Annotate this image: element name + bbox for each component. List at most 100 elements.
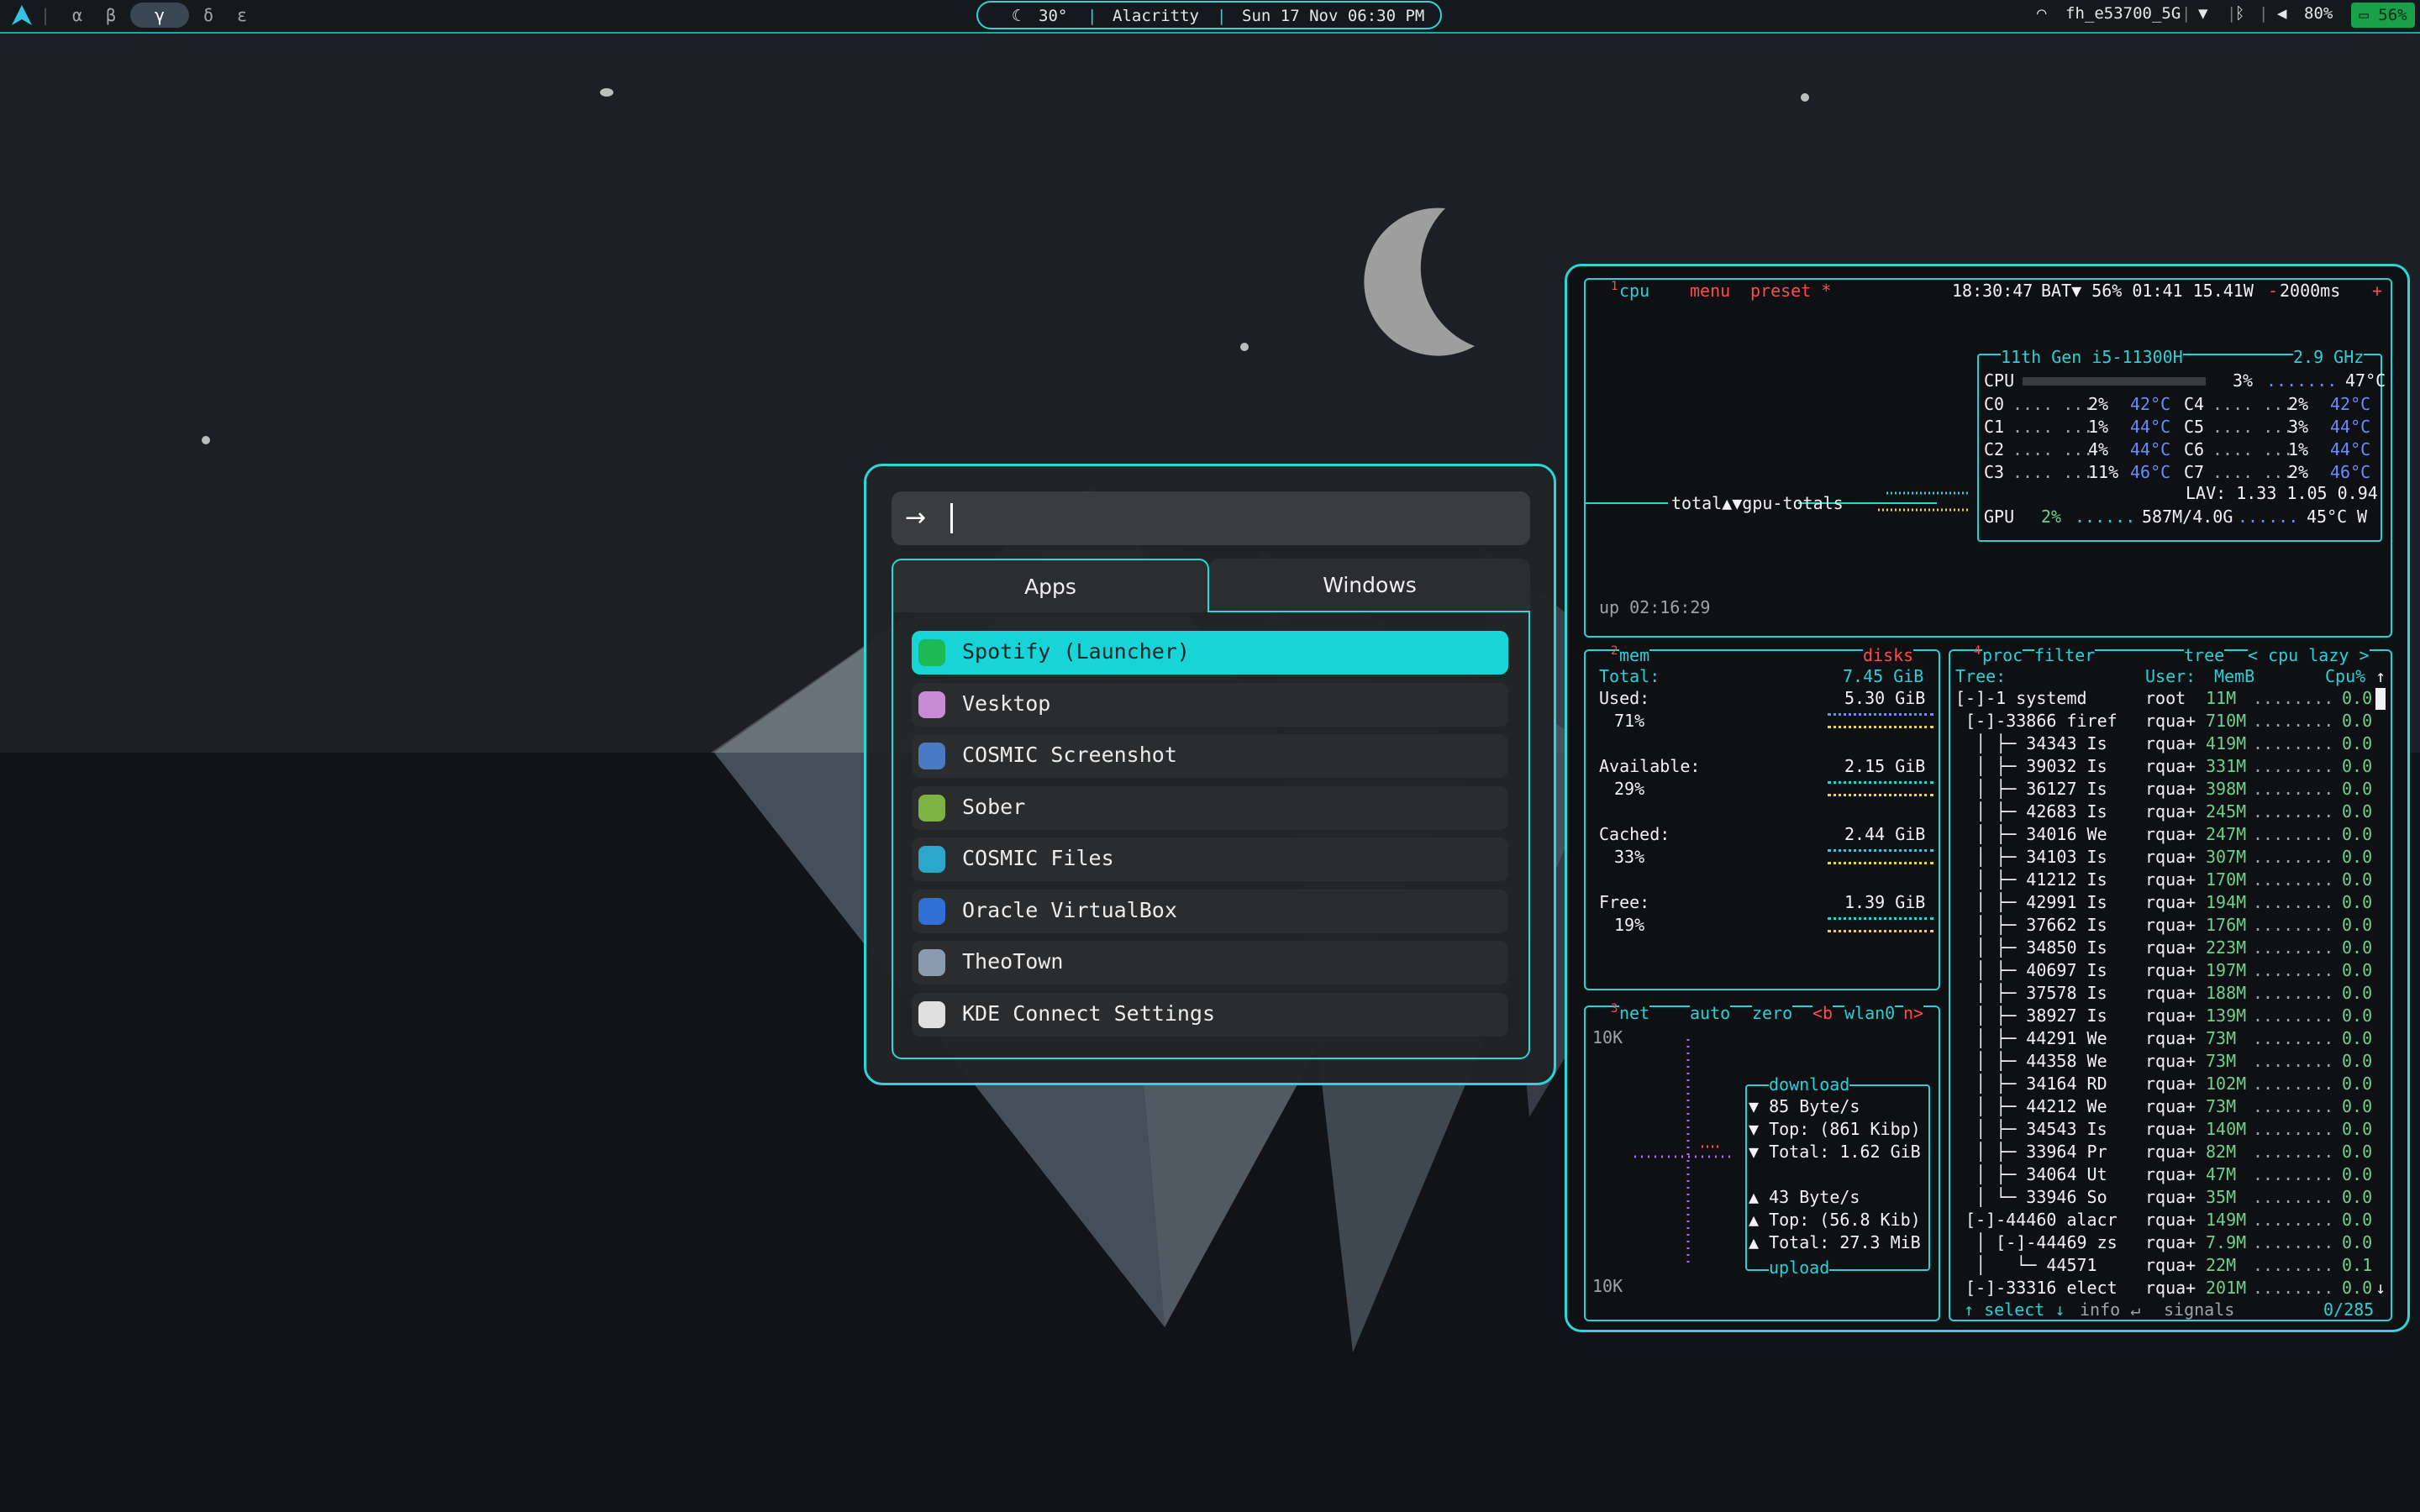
disks-toggle[interactable]: disks <box>1863 645 1914 665</box>
proc-row[interactable]: │ ├─ 38927 Is rqua+ 139M........ 0.0 <box>1954 1005 2374 1027</box>
proc-row[interactable]: │ ├─ 37578 Is rqua+ 188M........ 0.0 <box>1954 983 2374 1005</box>
proc-row[interactable]: │ ├─ 36127 Is rqua+ 398M........ 0.0 <box>1954 779 2374 801</box>
tab-apps[interactable]: Apps <box>892 559 1209 612</box>
proc-row[interactable]: │ ├─ 34016 We rqua+ 247M........ 0.0 <box>1954 824 2374 846</box>
menu-button[interactable]: menu <box>1690 281 1730 301</box>
proc-filter-button[interactable]: filter <box>2034 645 2096 665</box>
proc-cpu-spark: ........ <box>2253 1142 2334 1162</box>
proc-row[interactable]: │ ├─ 34343 Is rqua+ 419M........ 0.0 <box>1954 733 2374 755</box>
proc-header-tree[interactable]: Tree: <box>1955 666 2006 686</box>
proc-row[interactable]: │ ├─ 40697 Is rqua+ 197M........ 0.0 <box>1954 960 2374 982</box>
proc-row[interactable]: │ ├─ 34103 Is rqua+ 307M........ 0.0 <box>1954 847 2374 869</box>
proc-cpu: 0.0 <box>2342 1164 2373 1184</box>
proc-row[interactable]: │ ├─ 44291 We rqua+ 73M........ 0.0 <box>1954 1028 2374 1050</box>
launcher-item[interactable]: Vesktop <box>912 682 1508 727</box>
proc-row[interactable]: [-]-33866 firef rqua+ 710M........ 0.0 <box>1954 711 2374 732</box>
proc-sort-selector[interactable]: < cpu lazy > <box>2248 645 2370 665</box>
proc-signals-hint[interactable]: signals <box>2164 1299 2235 1320</box>
launcher-item[interactable]: COSMIC Screenshot <box>912 734 1508 778</box>
arch-logo-icon[interactable] <box>10 3 34 27</box>
tab-windows[interactable]: Windows <box>1209 559 1530 612</box>
workspace-epsilon[interactable]: ε <box>232 3 252 28</box>
launcher-item[interactable]: Spotify (Launcher) <box>912 631 1508 675</box>
proc-cpu-spark: ........ <box>2253 824 2334 844</box>
proc-header-cpu[interactable]: Cpu% <box>2325 666 2365 686</box>
launcher-item[interactable]: Sober <box>912 785 1508 830</box>
wifi-ssid[interactable]: fh_e53700_5G <box>2065 4 2181 23</box>
interval-increase-button[interactable]: + <box>2372 281 2382 301</box>
net-next-iface[interactable]: n> <box>1903 1003 1924 1023</box>
bluetooth-icon[interactable]: ᛒ <box>2235 4 2244 23</box>
proc-cpu-spark: ........ <box>2253 892 2334 912</box>
workspace-alpha[interactable]: α <box>67 3 87 28</box>
launcher-item[interactable]: Oracle VirtualBox <box>912 889 1508 933</box>
proc-row[interactable]: [-]-1 systemd root 11M........ 0.0 <box>1954 688 2374 710</box>
battery-indicator[interactable]: ▭ 56% <box>2351 3 2415 28</box>
proc-row[interactable]: │ ├─ 42683 Is rqua+ 245M........ 0.0 <box>1954 801 2374 823</box>
mem-box-title[interactable]: mem <box>1619 645 1650 665</box>
launcher-item[interactable]: KDE Connect Settings <box>912 992 1508 1037</box>
cpu-core-pct: 3% <box>2288 417 2309 437</box>
proc-header-mem[interactable]: MemB <box>2214 666 2254 686</box>
center-status-pill[interactable]: ☾ 30° | Alacritty | Sun 17 Nov 06:30 PM <box>976 1 1442 29</box>
proc-row[interactable]: │ ├─ 41212 Is rqua+ 170M........ 0.0 <box>1954 869 2374 891</box>
proc-cpu: 0.0 <box>2342 1074 2373 1094</box>
proc-name: │ ├─ 44212 We <box>1955 1096 2107 1116</box>
launcher-item[interactable]: TheoTown <box>912 941 1508 984</box>
proc-tree-toggle[interactable]: tree <box>2184 645 2225 665</box>
wifi-icon[interactable]: ◠ <box>2037 4 2046 23</box>
proc-cpu: 0.0 <box>2342 1028 2373 1048</box>
update-interval[interactable]: 2000ms <box>2280 281 2340 301</box>
launcher-item[interactable]: COSMIC Files <box>912 837 1508 881</box>
proc-scroll-down-icon[interactable]: ↓ <box>2375 1278 2386 1298</box>
proc-row[interactable]: │ ├─ 44212 We rqua+ 73M........ 0.0 <box>1954 1096 2374 1118</box>
net-auto-toggle[interactable]: auto <box>1690 1003 1731 1023</box>
net-zero-toggle[interactable]: zero <box>1752 1003 1793 1023</box>
proc-row[interactable]: │ ├─ 42991 Is rqua+ 194M........ 0.0 <box>1954 892 2374 914</box>
proc-info-hint[interactable]: info ↵ <box>2080 1299 2141 1320</box>
proc-header-user[interactable]: User: <box>2145 666 2196 686</box>
proc-row[interactable]: │ ├─ 34850 Is rqua+ 223M........ 0.0 <box>1954 937 2374 959</box>
proc-row[interactable]: │ ├─ 34543 Is rqua+ 140M........ 0.0 <box>1954 1119 2374 1141</box>
proc-row[interactable]: [-]-44460 alacr rqua+ 149M........ 0.0 <box>1954 1210 2374 1231</box>
workspace-delta[interactable]: δ <box>198 3 218 28</box>
proc-cpu: 0.0 <box>2342 1210 2373 1230</box>
volume-icon[interactable]: ◀ <box>2277 4 2286 23</box>
proc-row[interactable]: │ ├─ 34164 RD rqua+ 102M........ 0.0 <box>1954 1074 2374 1095</box>
mem-row-value: 2.44 GiB <box>1844 824 1926 844</box>
interval-decrease-button[interactable]: - <box>2268 281 2278 301</box>
proc-count: 0/285 <box>2323 1299 2375 1320</box>
download-title: download <box>1769 1074 1850 1095</box>
cpu-box-title[interactable]: cpu <box>1619 281 1649 301</box>
proc-row[interactable]: │ ├─ 34064 Ut rqua+ 47M........ 0.0 <box>1954 1164 2374 1186</box>
workspace-gamma[interactable]: γ <box>130 3 189 28</box>
volume-level[interactable]: 80% <box>2304 4 2333 23</box>
cpu-total-label: CPU <box>1984 370 2015 391</box>
btop-terminal[interactable]: 1 cpu menu preset * 18:30:47 BAT▼ 56% 01… <box>1565 264 2410 1332</box>
net-box-title[interactable]: net <box>1619 1003 1650 1023</box>
net-interface: wlan0 <box>1844 1003 1896 1023</box>
proc-row[interactable]: [-]-33316 elect rqua+ 201M........ 0.0 <box>1954 1278 2374 1299</box>
net-prev-iface[interactable]: <b <box>1812 1003 1833 1023</box>
separator: | <box>40 5 51 25</box>
proc-row[interactable]: │ ├─ 33964 Pr rqua+ 82M........ 0.0 <box>1954 1142 2374 1163</box>
proc-row[interactable]: │ [-]-44469 zs rqua+ 7.9M........ 0.0 <box>1954 1232 2374 1254</box>
cpu-core-pct: 11% <box>2088 462 2119 482</box>
proc-name: │ ├─ 39032 Is <box>1955 756 2107 776</box>
proc-box-title[interactable]: proc <box>1982 645 2023 665</box>
workspace-beta[interactable]: β <box>101 3 121 28</box>
proc-row[interactable]: │ ├─ 39032 Is rqua+ 331M........ 0.0 <box>1954 756 2374 778</box>
cpu-box-number: 1 <box>1611 280 1618 293</box>
text-cursor <box>950 503 953 533</box>
proc-row[interactable]: │ └─ 33946 So rqua+ 35M........ 0.0 <box>1954 1187 2374 1209</box>
proc-name: │ ├─ 41212 Is <box>1955 869 2107 890</box>
network-icon[interactable]: ▼ <box>2198 4 2207 23</box>
preset-button[interactable]: preset * <box>1750 281 1831 301</box>
launcher-search-input[interactable]: → <box>892 491 1530 545</box>
proc-row[interactable]: │ ├─ 44358 We rqua+ 73M........ 0.0 <box>1954 1051 2374 1073</box>
proc-scroll-up-icon[interactable]: ↑ <box>2375 666 2386 686</box>
proc-row[interactable]: │ ├─ 37662 Is rqua+ 176M........ 0.0 <box>1954 915 2374 937</box>
proc-select-hint[interactable]: ↑ select ↓ <box>1964 1299 2065 1320</box>
proc-row[interactable]: │ └─ 44571 rqua+ 22M........ 0.1 <box>1954 1255 2374 1277</box>
proc-scrollbar-thumb[interactable] <box>2375 688 2386 710</box>
